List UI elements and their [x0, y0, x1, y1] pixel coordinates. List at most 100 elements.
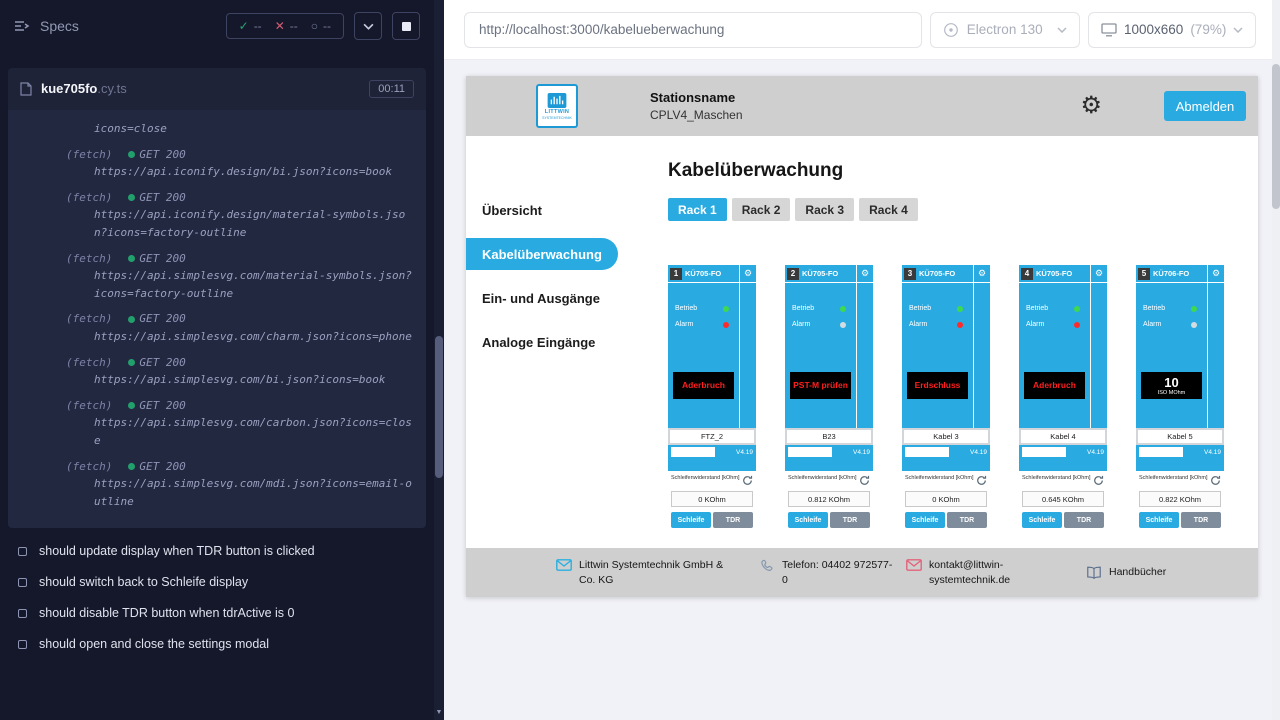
measurement-value: 0.645 KOhm [1022, 491, 1104, 507]
logout-button[interactable]: Abmelden [1164, 91, 1246, 121]
schleife-button[interactable]: Schleife [788, 512, 828, 528]
refresh-icon[interactable] [742, 475, 753, 486]
tdr-button[interactable]: TDR [947, 512, 987, 528]
card-gear-icon[interactable]: ⚙ [739, 265, 756, 282]
tab-rack-1[interactable]: Rack 1 [668, 198, 727, 221]
test-bullet-icon [18, 609, 27, 618]
tdr-button[interactable]: TDR [830, 512, 870, 528]
betrieb-label: Betrieb [792, 305, 814, 312]
device-title: KÜ706-FO [1153, 269, 1189, 278]
aux-field [671, 447, 715, 457]
sidebar-item-uebersicht[interactable]: Übersicht [466, 188, 638, 232]
browser-selector[interactable]: Electron 130 [930, 12, 1080, 48]
status-dot-icon [128, 463, 135, 470]
app-main: Kabelüberwachung Rack 1 Rack 2 Rack 3 Ra… [638, 136, 1258, 548]
preview-scrollbar[interactable] [1272, 0, 1280, 720]
test-item[interactable]: should open and close the settings modal [18, 637, 418, 651]
url-input[interactable] [479, 22, 907, 37]
stat-passed: ✓ -- [239, 19, 262, 33]
alarm-label: Alarm [1026, 321, 1044, 328]
command-log: icons=close (fetch)GET 200 https://api.i… [8, 110, 426, 528]
cable-name-field[interactable]: FTZ_2 [670, 430, 754, 443]
company-name: Littwin Systemtechnik GmbH & Co. KG [579, 558, 731, 586]
collapse-button[interactable] [354, 12, 382, 40]
log-entry[interactable]: (fetch)GET 200 https://api.simplesvg.com… [8, 354, 426, 389]
log-status: GET 200 [139, 310, 185, 328]
betrieb-label: Betrieb [909, 305, 931, 312]
stat-pending: ○ -- [311, 19, 331, 33]
test-item[interactable]: should switch back to Schleife display [18, 575, 418, 589]
card-gear-icon[interactable]: ⚙ [1207, 265, 1224, 282]
schleife-button[interactable]: Schleife [905, 512, 945, 528]
card-number: 2 [787, 268, 799, 280]
viewport-selector[interactable]: 1000x660 (79%) [1088, 12, 1256, 48]
card-gear-icon[interactable]: ⚙ [973, 265, 990, 282]
tdr-button[interactable]: TDR [1181, 512, 1221, 528]
log-entry[interactable]: (fetch)GET 200 https://api.simplesvg.com… [8, 310, 426, 345]
tab-rack-4[interactable]: Rack 4 [859, 198, 918, 221]
status-text: Erdschluss [913, 381, 963, 390]
cable-name-field[interactable]: B23 [787, 430, 871, 443]
log-entry[interactable]: (fetch)GET 200 https://api.iconify.desig… [8, 146, 426, 181]
footer-phone[interactable]: Telefon: 04402 972577-0 [761, 558, 906, 586]
test-label: should switch back to Schleife display [39, 575, 248, 589]
log-entry[interactable]: (fetch)GET 200 https://api.simplesvg.com… [8, 250, 426, 303]
reporter-scrollbar-thumb[interactable] [435, 336, 443, 478]
measurement-label: Schleifenwiderstand [kOhm] [788, 475, 856, 481]
stop-button[interactable] [392, 12, 420, 40]
sidebar-item-ein-und-ausgaenge[interactable]: Ein- und Ausgänge [466, 276, 638, 320]
station-name: CPLV4_Maschen [650, 108, 743, 122]
schleife-button[interactable]: Schleife [1022, 512, 1062, 528]
settings-gear-icon[interactable]: ⚙ [1080, 94, 1102, 118]
log-entry[interactable]: (fetch)GET 200 https://api.simplesvg.com… [8, 458, 426, 511]
aux-field [788, 447, 832, 457]
refresh-icon[interactable] [859, 475, 870, 486]
specs-list-toggle-icon[interactable] [14, 20, 30, 32]
footer-manuals[interactable]: Handbücher [1086, 565, 1166, 579]
log-source: (fetch) [66, 310, 112, 328]
refresh-icon[interactable] [1093, 475, 1104, 486]
mail-icon [906, 559, 922, 571]
betrieb-label: Betrieb [1026, 305, 1048, 312]
log-entry[interactable]: (fetch)GET 200 https://api.simplesvg.com… [8, 397, 426, 450]
spec-header-row[interactable]: kue705fo.cy.ts 00:11 [8, 68, 426, 110]
cable-name-field[interactable]: Kabel 5 [1138, 430, 1222, 443]
footer-email[interactable]: kontakt@littwin-systemtechnik.de [906, 558, 1086, 586]
test-bullet-icon [18, 578, 27, 587]
tab-rack-3[interactable]: Rack 3 [795, 198, 854, 221]
app-header: LITTWIN SYSTEMTECHNIK Stationsname CPLV4… [466, 76, 1258, 136]
spec-file-icon [20, 82, 32, 96]
reporter-header: Specs ✓ -- ✕ -- ○ -- [0, 0, 434, 52]
test-stats[interactable]: ✓ -- ✕ -- ○ -- [226, 13, 344, 39]
refresh-icon[interactable] [976, 475, 987, 486]
spec-run-block: kue705fo.cy.ts 00:11 icons=close (fetch)… [8, 68, 426, 528]
card-gear-icon[interactable]: ⚙ [856, 265, 873, 282]
card-number: 1 [670, 268, 682, 280]
refresh-icon[interactable] [1210, 475, 1221, 486]
chevron-down-icon [1057, 27, 1067, 33]
status-text: PST-M prüfen [791, 381, 850, 390]
tdr-button[interactable]: TDR [713, 512, 753, 528]
card-number: 5 [1138, 268, 1150, 280]
reporter-scrollbar[interactable]: ▼ [434, 0, 444, 720]
test-item[interactable]: should disable TDR button when tdrActive… [18, 606, 418, 620]
betrieb-led [1191, 306, 1197, 312]
sidebar-item-kabelueberwachung[interactable]: Kabelüberwachung [466, 238, 618, 270]
tdr-button[interactable]: TDR [1064, 512, 1104, 528]
schleife-button[interactable]: Schleife [1139, 512, 1179, 528]
tab-rack-2[interactable]: Rack 2 [732, 198, 791, 221]
test-item[interactable]: should update display when TDR button is… [18, 544, 418, 558]
log-entry[interactable]: (fetch)GET 200 https://api.iconify.desig… [8, 189, 426, 242]
schleife-button[interactable]: Schleife [671, 512, 711, 528]
preview-scrollbar-thumb[interactable] [1272, 64, 1280, 209]
card-gear-icon[interactable]: ⚙ [1090, 265, 1107, 282]
phone-number: Telefon: 04402 972577-0 [782, 558, 896, 586]
logo-subtext: SYSTEMTECHNIK [542, 116, 572, 120]
cable-name-field[interactable]: Kabel 3 [904, 430, 988, 443]
scroll-down-arrow-icon[interactable]: ▼ [434, 709, 444, 716]
device-title: KÜ705-FO [685, 269, 721, 278]
cable-name-field[interactable]: Kabel 4 [1021, 430, 1105, 443]
status-display: PST-M prüfen [790, 372, 851, 399]
sidebar-item-analoge-eingaenge[interactable]: Analoge Eingänge [466, 320, 638, 364]
failed-count: -- [290, 19, 298, 33]
